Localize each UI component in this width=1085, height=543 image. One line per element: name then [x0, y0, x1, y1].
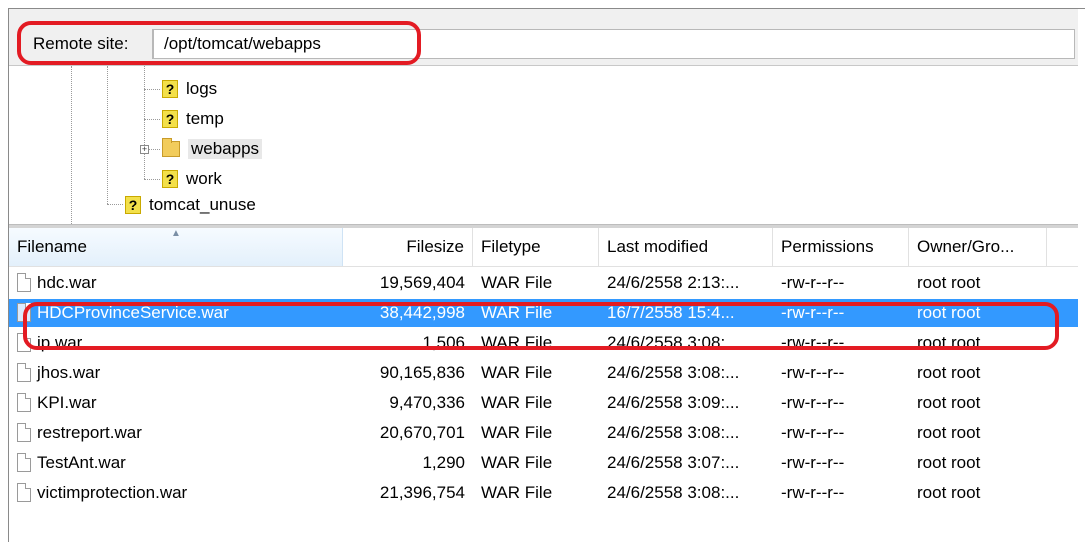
- column-header-filetype[interactable]: Filetype: [473, 228, 599, 266]
- table-row[interactable]: restreport.war 20,670,701 WAR File 24/6/255…: [9, 419, 1078, 447]
- cell-size: 9,470,336: [389, 393, 465, 412]
- file-icon: [17, 273, 31, 292]
- cell-perms: -rw-r--r--: [781, 393, 845, 412]
- question-icon: ?: [125, 196, 141, 214]
- cell-perms: -rw-r--r--: [781, 453, 845, 472]
- column-label: Owner/Gro...: [917, 237, 1015, 256]
- tree-item-label: webapps: [188, 139, 263, 159]
- question-icon: ?: [162, 170, 178, 188]
- column-label: Filetype: [481, 237, 541, 256]
- tree-guide: [71, 66, 72, 224]
- tree-item-work[interactable]: ? work: [162, 166, 222, 192]
- column-label: Filesize: [406, 237, 464, 256]
- tree-item-label: temp: [186, 109, 224, 128]
- file-icon: [17, 423, 31, 442]
- cell-perms: -rw-r--r--: [781, 423, 845, 442]
- cell-name: jhos.war: [37, 363, 101, 382]
- cell-name: hdc.war: [37, 273, 97, 292]
- file-icon: [17, 453, 31, 472]
- cell-size: 21,396,754: [379, 483, 465, 502]
- table-row[interactable]: TestAnt.war 1,290 WAR File 24/6/2558 3:07:.…: [9, 449, 1078, 477]
- tree-item-logs[interactable]: ? logs: [162, 76, 217, 102]
- tree-guide: [149, 149, 160, 150]
- column-label: Last modified: [607, 237, 709, 256]
- cell-name: victimprotection.war: [37, 483, 188, 502]
- remote-site-pane: Remote site: /opt/tomcat/webapps ? logs …: [8, 8, 1085, 543]
- column-header-last-modified[interactable]: Last modified: [599, 228, 773, 266]
- tree-guide: [144, 89, 160, 90]
- file-icon: [17, 363, 31, 382]
- cell-owner: root root: [917, 453, 981, 472]
- tree-guide: [144, 179, 160, 180]
- tree-item-label: logs: [186, 79, 218, 98]
- table-row[interactable]: KPI.war 9,470,336 WAR File 24/6/2558 3:09:.…: [9, 389, 1078, 417]
- column-header-owner-group[interactable]: Owner/Gro...: [909, 228, 1047, 266]
- folder-icon: [162, 138, 180, 157]
- tree-guide: [107, 204, 123, 205]
- tree-guide: [144, 66, 145, 179]
- cell-perms: -rw-r--r--: [781, 483, 845, 502]
- tree-item-temp[interactable]: ? temp: [162, 106, 224, 132]
- cell-size: 90,165,836: [379, 363, 465, 382]
- cell-name: KPI.war: [37, 393, 97, 412]
- cell-modified: 24/6/2558 3:08:...: [607, 423, 740, 442]
- cell-size: 19,569,404: [379, 273, 465, 292]
- file-list-header: ▲ Filename Filesize Filetype Last modifi…: [9, 228, 1078, 267]
- cell-type: WAR File: [481, 363, 553, 382]
- cell-size: 20,670,701: [379, 423, 465, 442]
- tree-guide: [144, 119, 160, 120]
- cell-modified: 24/6/2558 3:08:...: [607, 483, 740, 502]
- column-label: Filename: [17, 237, 87, 256]
- tree-item-label: work: [186, 169, 222, 188]
- table-row[interactable]: jhos.war 90,165,836 WAR File 24/6/2558 3:08…: [9, 359, 1078, 387]
- cell-perms: -rw-r--r--: [781, 363, 845, 382]
- annotation-highlight-row: [23, 302, 1059, 350]
- directory-tree[interactable]: ? logs ? temp + webapps ? work ? tomcat_…: [9, 66, 1078, 224]
- column-header-filename[interactable]: ▲ Filename: [9, 228, 343, 266]
- file-icon: [17, 393, 31, 412]
- cell-modified: 24/6/2558 2:13:...: [607, 273, 740, 292]
- cell-owner: root root: [917, 273, 981, 292]
- column-header-permissions[interactable]: Permissions: [773, 228, 909, 266]
- cell-owner: root root: [917, 393, 981, 412]
- cell-name: TestAnt.war: [37, 453, 126, 472]
- question-icon: ?: [162, 110, 178, 128]
- cell-modified: 24/6/2558 3:09:...: [607, 393, 740, 412]
- cell-owner: root root: [917, 483, 981, 502]
- sort-ascending-icon: ▲: [171, 228, 181, 239]
- table-row[interactable]: hdc.war 19,569,404 WAR File 24/6/2558 2:13:…: [9, 269, 1078, 297]
- cell-type: WAR File: [481, 393, 553, 412]
- cell-type: WAR File: [481, 453, 553, 472]
- column-label: Permissions: [781, 237, 874, 256]
- tree-item-tomcat-unuse[interactable]: ? tomcat_unuse: [125, 192, 256, 218]
- annotation-highlight-site: [17, 21, 421, 65]
- cell-type: WAR File: [481, 483, 553, 502]
- table-row[interactable]: victimprotection.war 21,396,754 WAR File 24…: [9, 479, 1078, 507]
- cell-size: 1,290: [422, 453, 465, 472]
- cell-type: WAR File: [481, 273, 553, 292]
- file-list[interactable]: ▲ Filename Filesize Filetype Last modifi…: [9, 228, 1078, 543]
- tree-item-webapps[interactable]: webapps: [162, 136, 263, 162]
- cell-modified: 24/6/2558 3:07:...: [607, 453, 740, 472]
- cell-owner: root root: [917, 363, 981, 382]
- file-icon: [17, 483, 31, 502]
- tree-item-label: tomcat_unuse: [149, 195, 256, 214]
- cell-owner: root root: [917, 423, 981, 442]
- tree-guide: [107, 66, 108, 204]
- question-icon: ?: [162, 80, 178, 98]
- cell-perms: -rw-r--r--: [781, 273, 845, 292]
- cell-type: WAR File: [481, 423, 553, 442]
- cell-modified: 24/6/2558 3:08:...: [607, 363, 740, 382]
- cell-name: restreport.war: [37, 423, 142, 442]
- column-header-filesize[interactable]: Filesize: [343, 228, 473, 266]
- expand-plus-icon[interactable]: +: [140, 145, 149, 154]
